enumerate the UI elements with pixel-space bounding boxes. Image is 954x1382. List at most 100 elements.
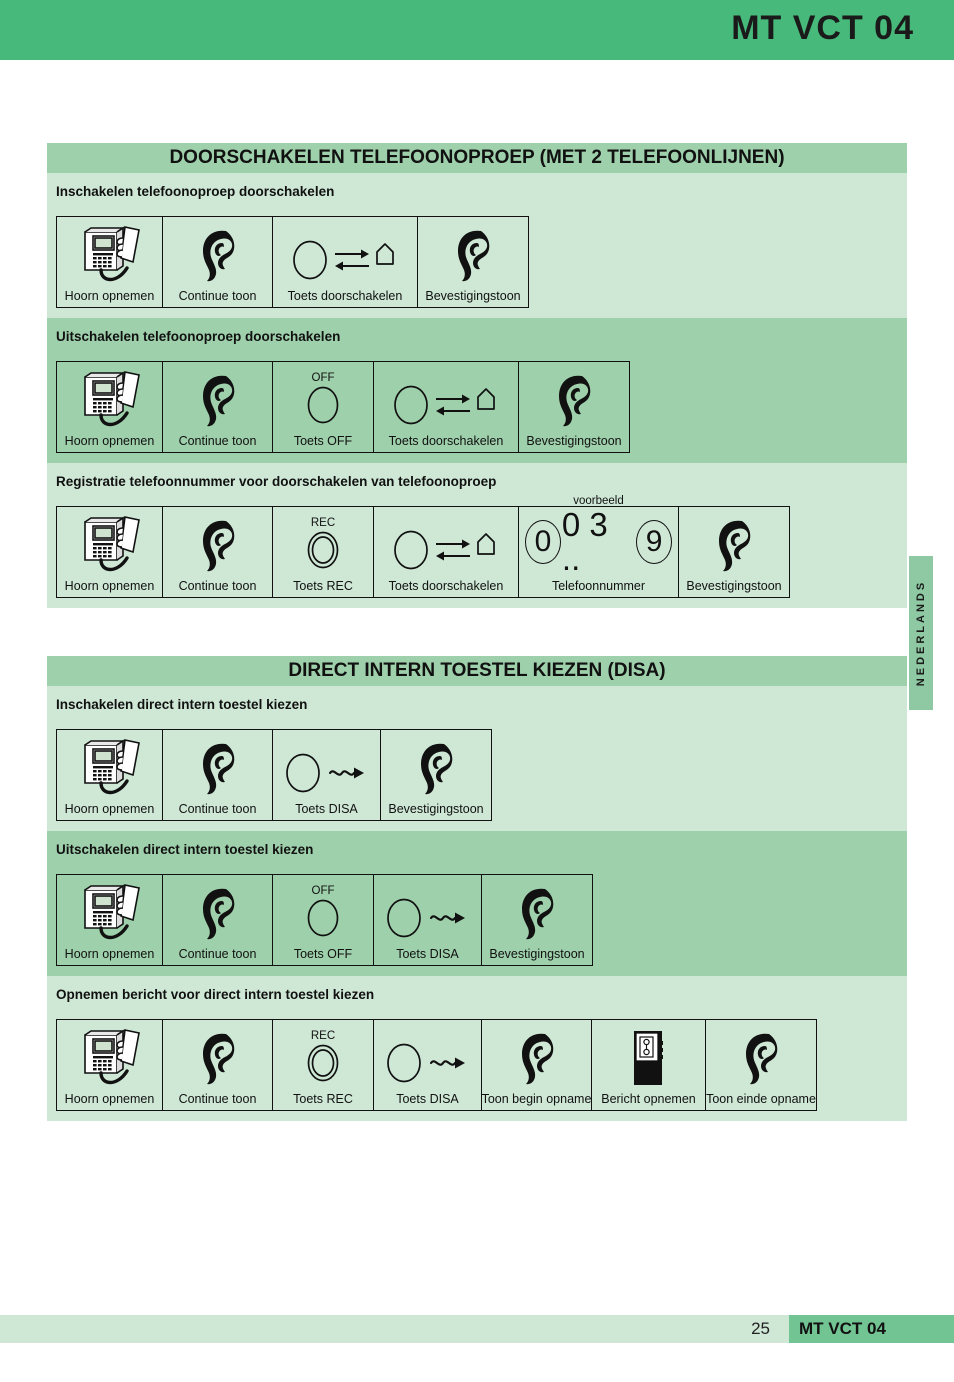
step-icon-area — [163, 211, 272, 288]
step-caption: OFF — [311, 372, 335, 384]
button-icon — [306, 898, 340, 938]
step-cell: Toets doorschakelen — [374, 362, 519, 452]
step-icon-area — [57, 352, 162, 433]
step-cell: Continue toon — [163, 507, 273, 597]
step-icon-area — [482, 869, 592, 946]
step-label: Toets doorschakelen — [388, 434, 504, 448]
language-tab: NEDERLANDS — [909, 556, 933, 710]
step-icon-area — [482, 1014, 591, 1091]
language-tab-label: NEDERLANDS — [915, 579, 927, 687]
number-digit-last: 9 — [636, 520, 672, 564]
step-label: Bevestigingstoon — [686, 579, 782, 593]
step-icon-area: REC — [273, 1020, 373, 1091]
step-icon-area — [374, 507, 518, 578]
step-label: Continue toon — [178, 579, 257, 593]
step-cell: REC Toets REC — [273, 507, 374, 597]
step-cell: Bevestigingstoon — [418, 217, 528, 307]
footer-model-name: MT VCT 04 — [799, 1319, 886, 1338]
disa-key-icon — [284, 753, 370, 793]
block-heading: Registratie telefoonnummer voor doorscha… — [56, 474, 497, 489]
phone-handset-pickup-icon — [73, 737, 147, 799]
step-cell: Hoorn opnemen — [57, 875, 163, 965]
step-cell: Bevestigingstoon — [519, 362, 629, 452]
step-icon-area — [273, 217, 417, 288]
step-label: Telefoonnummer — [551, 579, 646, 593]
step-cell: Hoorn opnemen — [57, 507, 163, 597]
footer-page-number: 25 — [751, 1319, 770, 1338]
step-label: Continue toon — [178, 1092, 257, 1106]
step-sequence-table: Hoorn opnemen Continue toon REC Toets REC … — [56, 1019, 817, 1111]
step-cell: Bevestigingstoon — [381, 730, 491, 820]
step-cell: Continue toon — [163, 362, 273, 452]
procedure-block: Inschakelen direct intern toestel kiezen… — [47, 686, 907, 831]
step-label: Toets REC — [293, 1092, 353, 1106]
step-caption: OFF — [311, 885, 335, 897]
procedure-block: Uitschakelen direct intern toestel kieze… — [47, 831, 907, 976]
step-icon-area — [374, 875, 481, 946]
page-title: MT VCT 04 — [731, 9, 914, 47]
step-sequence-table: Hoorn opnemen Continue toon Toets doorsc… — [56, 216, 529, 308]
step-icon-area: OFF — [273, 875, 373, 946]
forward-key-icon — [392, 528, 500, 572]
block-heading: Uitschakelen direct intern toestel kieze… — [56, 842, 314, 857]
ear-icon — [198, 886, 238, 944]
section-disa: DIRECT INTERN TOESTEL KIEZEN (DISA) Insch… — [47, 656, 907, 1121]
section-title: DIRECT INTERN TOESTEL KIEZEN (DISA) — [47, 656, 907, 686]
phone-number-icon: 00 3 .. 9 — [525, 508, 672, 576]
step-cell: Hoorn opnemen — [57, 362, 163, 452]
step-icon-area — [163, 501, 272, 578]
step-label: Toets DISA — [396, 1092, 459, 1106]
step-cell: Toets doorschakelen — [273, 217, 418, 307]
step-icon-area — [57, 865, 162, 946]
step-label: Bevestigingstoon — [425, 289, 521, 303]
phone-handset-pickup-icon — [73, 514, 147, 576]
step-icon-area — [163, 1014, 272, 1091]
step-cell: Bericht opnemen — [592, 1020, 706, 1110]
step-icon-area — [273, 730, 380, 801]
step-cell: Bevestigingstoon — [679, 507, 789, 597]
button-rec-icon — [306, 1043, 340, 1083]
step-icon-area — [163, 356, 272, 433]
step-label: Toon begin opname — [481, 1092, 592, 1106]
step-icon-area — [374, 1020, 481, 1091]
button-rec-icon — [306, 530, 340, 570]
section-title: DOORSCHAKELEN TELEFOONOPROEP (MET 2 TELE… — [47, 143, 907, 173]
step-cell: Continue toon — [163, 217, 273, 307]
phone-handset-pickup-icon — [73, 882, 147, 944]
cassette-recorder-icon — [626, 1027, 672, 1089]
step-cell: Toon einde opname — [706, 1020, 816, 1110]
step-icon-area — [57, 720, 162, 801]
step-label: Hoorn opnemen — [64, 947, 155, 961]
step-label: Hoorn opnemen — [64, 802, 155, 816]
ear-icon — [714, 518, 754, 576]
step-label: Toets DISA — [295, 802, 358, 816]
step-icon-area: REC — [273, 507, 373, 578]
ear-icon — [198, 741, 238, 799]
step-cell: OFF Toets OFF — [273, 875, 374, 965]
step-icon-area — [592, 1010, 705, 1091]
step-label: Toets OFF — [293, 434, 353, 448]
step-label: Bevestigingstoon — [526, 434, 622, 448]
ear-icon — [554, 373, 594, 431]
step-icon-area — [519, 356, 629, 433]
step-cell: Hoorn opnemen — [57, 1020, 163, 1110]
ear-icon — [517, 886, 557, 944]
block-heading: Inschakelen direct intern toestel kiezen — [56, 697, 308, 712]
step-sequence-table: Hoorn opnemen Continue toon REC Toets REC … — [56, 495, 790, 598]
ear-icon — [198, 228, 238, 286]
step-label: Hoorn opnemen — [64, 289, 155, 303]
button-icon — [306, 385, 340, 425]
step-icon-area — [57, 207, 162, 288]
step-cell: Hoorn opnemen — [57, 217, 163, 307]
ear-icon — [741, 1031, 781, 1089]
step-label: Bevestigingstoon — [388, 802, 484, 816]
procedure-block: Registratie telefoonnummer voor doorscha… — [47, 463, 907, 608]
phone-handset-pickup-icon — [73, 224, 147, 286]
step-icon-area — [679, 501, 789, 578]
block-heading: Opnemen bericht voor direct intern toest… — [56, 987, 375, 1002]
number-digit-first: 0 — [525, 520, 561, 564]
number-digits-middle: 0 3 .. — [561, 506, 608, 577]
step-cell: OFF Toets OFF — [273, 362, 374, 452]
step-label: Hoorn opnemen — [64, 434, 155, 448]
step-cell: Toets doorschakelen — [374, 507, 519, 597]
